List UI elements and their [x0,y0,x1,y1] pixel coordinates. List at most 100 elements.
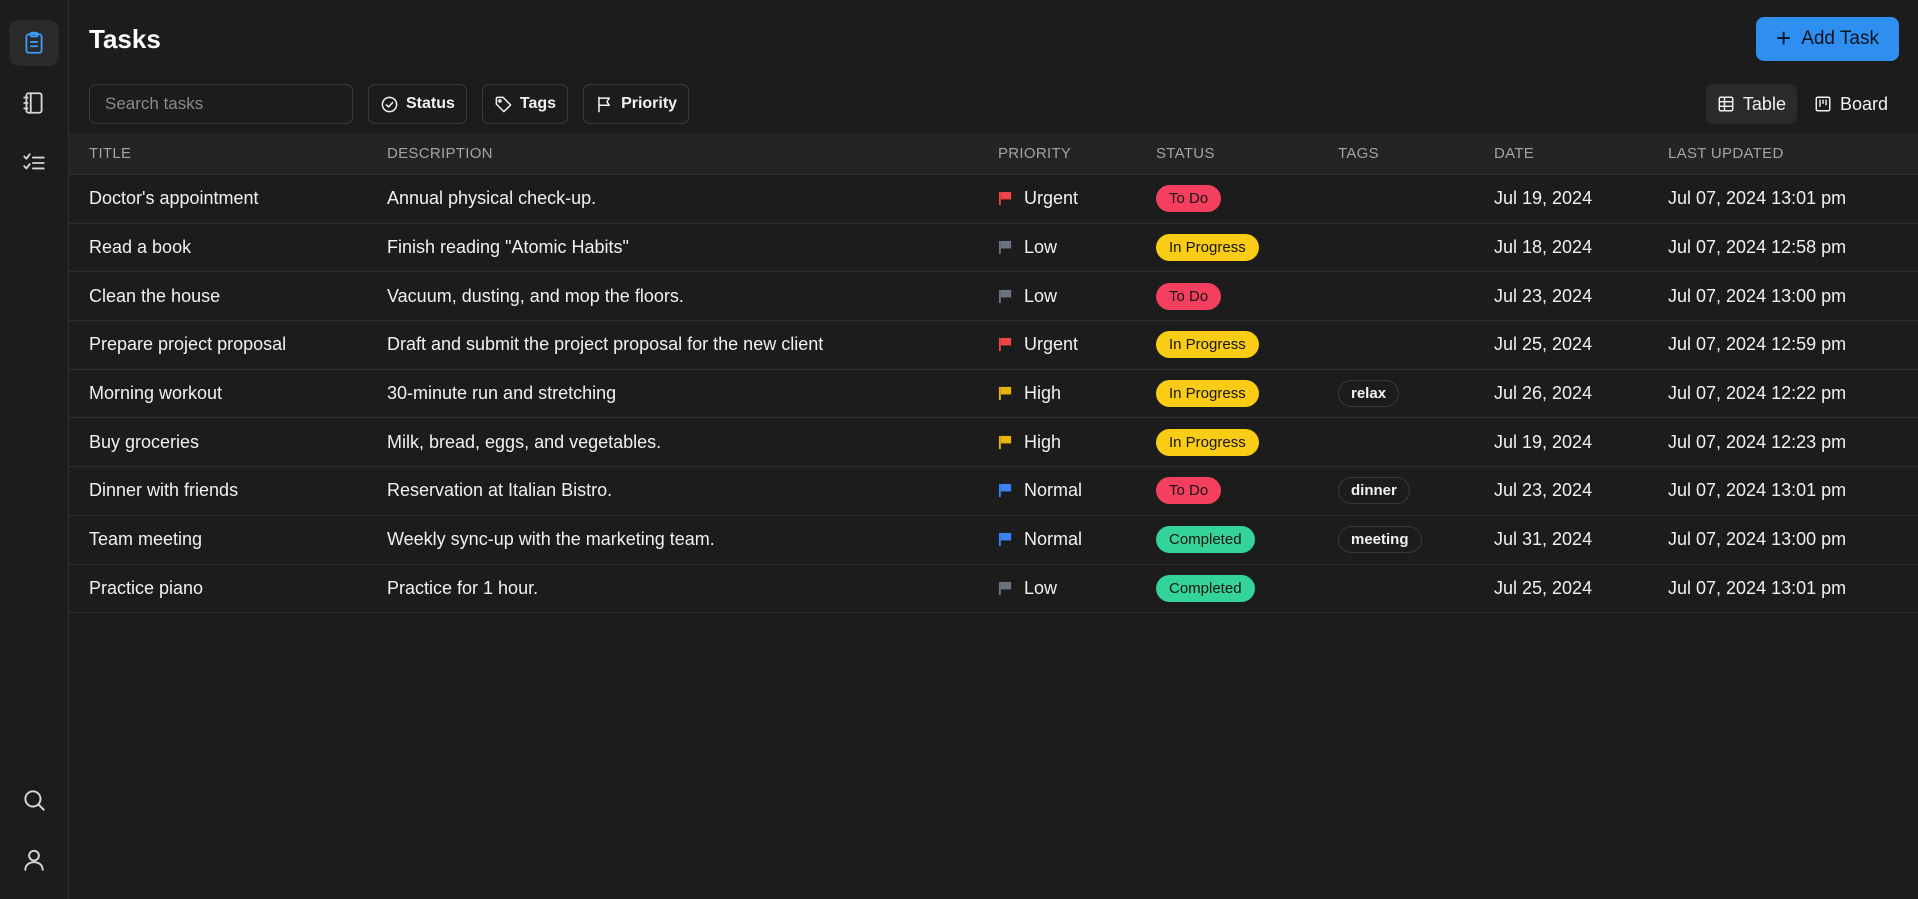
search-input[interactable] [89,84,353,124]
status-badge: To Do [1156,282,1222,310]
plus-icon: + [1776,22,1792,53]
priority-label: Urgent [1024,334,1079,355]
task-description: Milk, bread, eggs, and vegetables. [387,431,662,452]
tag-icon [495,96,512,112]
board-view-button[interactable]: Board [1803,84,1899,124]
sidebar-item-checklist[interactable] [9,140,59,186]
table-row[interactable]: Morning workout 30-minute run and stretch… [69,370,1918,419]
column-header-status[interactable]: STATUS [1156,145,1215,162]
flag-icon [998,484,1012,498]
table-view-button[interactable]: Table [1705,84,1797,124]
flag-icon [998,240,1012,255]
task-description: Vacuum, dusting, and mop the floors. [387,285,684,306]
task-description: Weekly sync-up with the marketing team. [387,529,715,550]
status-badge: Completed [1156,526,1255,554]
task-priority: Normal [998,529,1082,550]
check-circle-icon [381,96,398,112]
priority-label: High [1024,431,1062,452]
table-row[interactable]: Read a book Finish reading "Atomic Habits… [69,224,1918,273]
table-row[interactable]: Doctor's appointment Annual physical chec… [69,175,1918,224]
list-checks-icon [23,153,45,170]
task-last-updated: Jul 07, 2024 12:59 pm [1668,334,1847,355]
table-row[interactable]: Buy groceries Milk, bread, eggs, and vege… [69,418,1918,468]
task-tags: dinner [1338,477,1410,505]
task-priority: Low [998,237,1057,258]
task-last-updated: Jul 07, 2024 13:01 pm [1668,188,1847,209]
task-date: Jul 19, 2024 [1494,431,1593,452]
priority-label: High [1024,383,1062,404]
task-description: Annual physical check-up. [387,188,597,209]
task-status: In Progress [1156,428,1259,456]
task-status: To Do [1156,185,1222,213]
sidebar [0,0,69,899]
task-status: In Progress [1156,234,1259,262]
priority-label: Low [1024,285,1058,306]
priority-label: Low [1024,237,1058,258]
table-view-label: Table [1742,93,1786,114]
priority-label: Normal [1024,480,1083,501]
status-badge: To Do [1156,185,1222,213]
task-status: Completed [1156,526,1255,554]
task-description: Draft and submit the project proposal fo… [387,334,824,355]
table-row[interactable]: Dinner with friends Reservation at Italia… [69,467,1918,516]
task-last-updated: Jul 07, 2024 12:23 pm [1668,431,1847,452]
column-header-description[interactable]: DESCRIPTION [387,145,493,162]
table-row[interactable]: Clean the house Vacuum, dusting, and mop … [69,272,1918,322]
table-icon [1718,96,1734,112]
table-row[interactable]: Prepare project proposal Draft and submit… [69,321,1918,370]
task-last-updated: Jul 07, 2024 13:00 pm [1668,285,1847,306]
table-row[interactable]: Practice piano Practice for 1 hour. Low Com… [69,565,1918,614]
task-date: Jul 25, 2024 [1494,577,1593,598]
column-header-date[interactable]: DATE [1494,145,1534,162]
task-status: Completed [1156,574,1255,602]
task-priority: High [998,383,1061,404]
main-content: Tasks + Add Task Status [69,0,1918,899]
tags-filter-label: Tags [519,95,557,112]
column-header-priority[interactable]: PRIORITY [998,145,1071,162]
view-toggle: Table Board [1705,84,1899,124]
task-status: In Progress [1156,331,1259,359]
priority-filter-button[interactable]: Priority [583,84,690,124]
task-last-updated: Jul 07, 2024 12:58 pm [1668,237,1847,258]
task-tags: meeting [1338,526,1422,554]
task-title: Dinner with friends [89,480,239,501]
notebook-icon [23,92,43,114]
task-last-updated: Jul 07, 2024 12:22 pm [1668,383,1847,404]
task-title: Clean the house [89,285,221,306]
task-priority: Low [998,578,1057,599]
user-icon [24,849,44,871]
sidebar-item-notebook[interactable] [9,80,59,126]
status-badge: In Progress [1156,331,1259,359]
task-date: Jul 25, 2024 [1494,334,1593,355]
add-task-button[interactable]: + Add Task [1756,17,1899,61]
search-icon [24,790,45,811]
column-header-tags[interactable]: TAGS [1338,145,1379,162]
status-badge: In Progress [1156,380,1259,408]
task-title: Team meeting [89,529,203,550]
status-filter-label: Status [406,95,455,112]
sidebar-item-tasks[interactable] [9,20,59,66]
task-status: In Progress [1156,380,1259,408]
table-row[interactable]: Team meeting Weekly sync-up with the mark… [69,516,1918,565]
task-priority: Urgent [998,334,1078,355]
sidebar-profile-button[interactable] [9,837,59,883]
clipboard-list-icon [25,31,43,54]
status-badge: In Progress [1156,234,1259,262]
task-priority: Low [998,286,1057,307]
task-date: Jul 26, 2024 [1494,383,1593,404]
flag-icon [998,192,1012,206]
status-filter-button[interactable]: Status [368,84,467,124]
column-header-last-updated[interactable]: LAST UPDATED [1668,145,1784,162]
task-title: Buy groceries [89,431,200,452]
task-date: Jul 23, 2024 [1494,285,1593,306]
tasks-table: TITLE DESCRIPTION PRIORITY STATUS TAGS D… [69,133,1918,614]
flag-icon [998,581,1012,595]
column-header-title[interactable]: TITLE [89,145,131,162]
board-view-label: Board [1839,93,1888,114]
sidebar-search-button[interactable] [9,777,59,823]
flag-icon [598,96,611,112]
sidebar-bottom [9,777,59,883]
flag-icon [998,338,1012,352]
task-description: 30-minute run and stretching [387,383,617,404]
tags-filter-button[interactable]: Tags [481,84,569,124]
